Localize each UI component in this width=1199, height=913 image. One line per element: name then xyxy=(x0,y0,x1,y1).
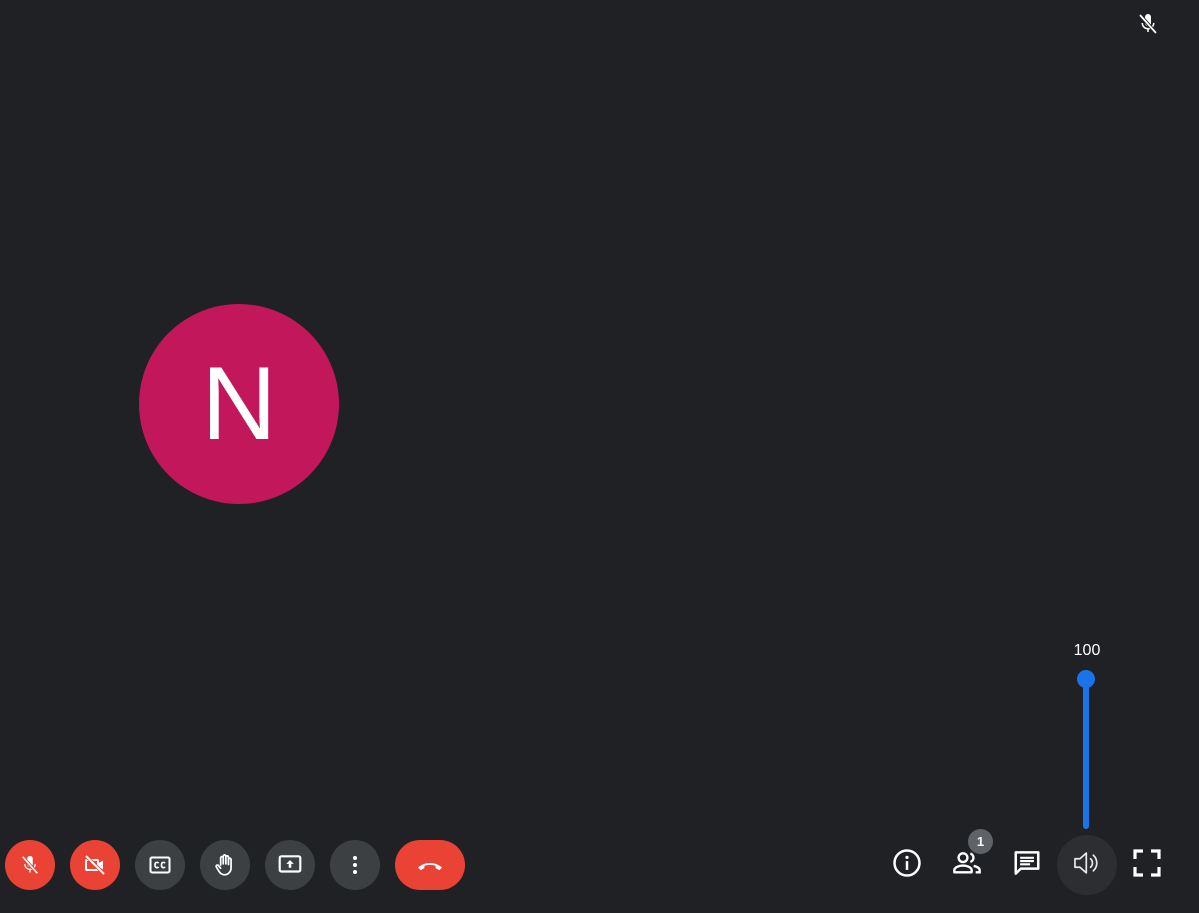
volume-slider-track[interactable] xyxy=(1083,679,1089,829)
participant-avatar: N xyxy=(139,304,339,504)
raise-hand-button[interactable] xyxy=(200,840,250,890)
mic-off-icon xyxy=(19,854,41,876)
call-end-icon xyxy=(414,855,446,875)
hand-icon xyxy=(212,852,238,878)
present-screen-button[interactable] xyxy=(265,840,315,890)
fullscreen-icon xyxy=(1131,847,1163,884)
chat-icon xyxy=(1012,848,1042,883)
leave-call-button[interactable] xyxy=(395,840,465,890)
volume-slider-fill xyxy=(1083,679,1089,829)
camera-toggle-button[interactable] xyxy=(70,840,120,890)
volume-button[interactable] xyxy=(1057,835,1117,895)
mic-off-icon xyxy=(1136,12,1160,36)
captions-button[interactable] xyxy=(135,840,185,890)
closed-captions-icon xyxy=(148,853,172,877)
volume-value: 100 xyxy=(1073,642,1101,659)
mic-toggle-button[interactable] xyxy=(5,840,55,890)
more-options-button[interactable] xyxy=(330,840,380,890)
volume-slider-thumb[interactable] xyxy=(1077,670,1095,688)
present-screen-icon xyxy=(277,852,303,878)
info-icon xyxy=(892,848,922,883)
info-button[interactable] xyxy=(887,845,927,885)
participant-count-badge: 1 xyxy=(968,829,993,854)
speaker-icon xyxy=(1070,846,1104,885)
video-off-icon xyxy=(83,853,107,877)
chat-button[interactable] xyxy=(1007,845,1047,885)
fullscreen-button[interactable] xyxy=(1127,845,1167,885)
meeting-stage: N 1 100 xyxy=(0,0,1199,913)
more-vertical-icon xyxy=(343,853,367,877)
